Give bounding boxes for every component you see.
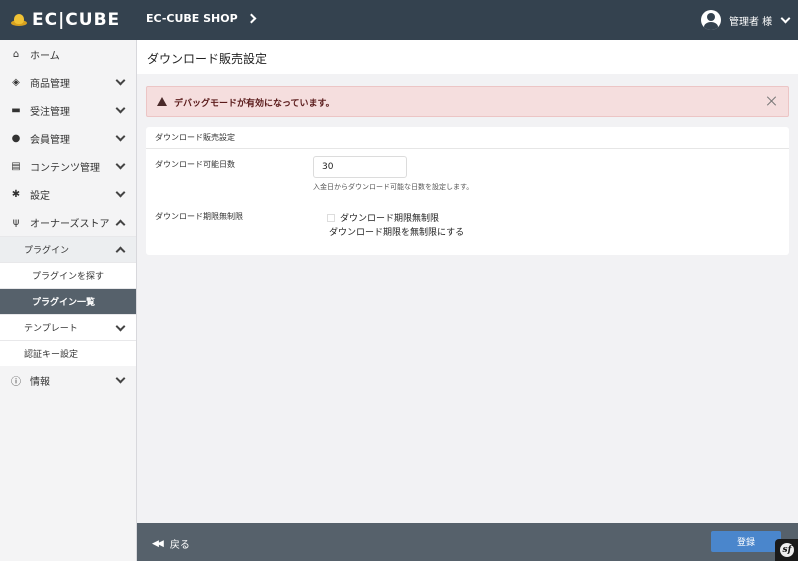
sidebar-item-label: オーナーズストア [30,218,110,230]
sidebar-item-customers[interactable]: ● 会員管理 [0,124,136,152]
home-icon: ⌂ [12,48,20,60]
sidebar-item-orders[interactable]: ▬ 受注管理 [0,96,136,124]
sidebar-item-products[interactable]: ◈ 商品管理 [0,68,136,96]
sidebar-item-contents[interactable]: ▤ コンテンツ管理 [0,152,136,180]
chevron-down-icon [115,103,126,114]
days-label: ダウンロード可能日数 [155,160,235,169]
chevron-down-icon [115,321,126,332]
info-icon: ⓘ [11,376,21,388]
logo-text: EC|CUBE [32,10,121,30]
debug-alert: デバッグモードが有効になっています。 [146,86,789,117]
chevron-up-icon [115,246,126,257]
unlimited-checkbox[interactable] [327,213,335,222]
shop-link[interactable]: EC-CUBE SHOP [146,12,257,25]
sidebar-item-label: 受注管理 [30,106,70,118]
sidebar-subitem-auth-key[interactable]: 認証キー設定 [0,340,136,366]
back-button[interactable]: ◀◀ 戻る [152,536,190,552]
unlimited-label: ダウンロード期限無制限 [155,212,243,221]
card-header: ダウンロード販売設定 [146,127,789,149]
page-header: ダウンロード販売設定 [137,40,798,74]
unlimited-help-text: ダウンロード期限を無制限にする [329,228,465,238]
cart-icon: ▬ [11,104,21,116]
sidebar-subitem-label: プラグイン [24,246,70,256]
logo[interactable]: EC|CUBE [10,9,120,31]
gear-icon: ✱ [11,188,21,200]
cube-icon: ◈ [12,76,20,88]
symfony-toolbar-badge[interactable]: sf [775,539,798,561]
sidebar-subitem-label: プラグイン一覧 [32,298,96,308]
plugin-toggle [106,237,136,263]
double-chevron-left-icon: ◀◀ [152,538,164,549]
chevron-down-icon [115,159,126,170]
sidebar-subitem-plugin-find[interactable]: プラグインを探す [0,262,136,288]
sidebar-item-label: 設定 [30,190,50,202]
chevron-down-icon [115,373,126,384]
sidebar-subitem-template[interactable]: テンプレート [0,314,136,340]
sidebar-subitem-label: テンプレート [24,324,78,334]
user-menu[interactable]: 管理者 様 [701,10,791,30]
chevron-down-icon [115,75,126,86]
warning-icon [157,97,167,106]
sidebar-item-label: 会員管理 [30,134,70,146]
submit-button[interactable]: 登録 [711,531,781,552]
top-header: EC|CUBE EC-CUBE SHOP 管理者 様 [0,0,798,40]
template-toggle [106,315,136,341]
sidebar-item-label: コンテンツ管理 [30,162,100,174]
page-title: ダウンロード販売設定 [147,52,268,66]
days-help-text: 入金日からダウンロード可能な日数を設定します。 [313,183,474,191]
logo-icon [10,11,28,29]
download-days-input[interactable]: 30 [313,156,407,178]
user-name: 管理者 様 [729,16,773,28]
users-icon: ● [11,132,21,144]
sidebar-item-label: 情報 [30,376,50,388]
plug-icon: ψ [12,216,20,228]
back-label: 戻る [169,540,190,551]
shop-name: EC-CUBE SHOP [146,12,238,25]
sidebar-subitem-label: プラグインを探す [32,272,105,282]
chevron-down-icon [780,13,791,23]
sidebar-item-settings[interactable]: ✱ 設定 [0,180,136,208]
sidebar-item-label: 商品管理 [30,78,70,90]
file-icon: ▤ [11,160,21,172]
sidebar: ⌂ ホーム ◈ 商品管理 ▬ 受注管理 ● 会員管理 ▤ コンテンツ管理 ✱ 設… [0,40,137,561]
unlimited-checkbox-label: ダウンロード期限無制限 [340,214,440,224]
symfony-icon: sf [780,543,794,557]
download-settings-card: ダウンロード販売設定 ダウンロード可能日数 30 入金日からダウンロード可能な日… [146,127,789,255]
footer-bar: ◀◀ 戻る 登録 [137,523,798,561]
sidebar-item-info[interactable]: ⓘ 情報 [0,366,136,394]
chevron-down-icon [115,187,126,198]
sidebar-subitem-label: 認証キー設定 [24,350,79,360]
chevron-right-icon [246,13,257,24]
chevron-up-icon [115,219,126,230]
sidebar-item-label: ホーム [30,50,60,62]
user-avatar-icon [701,10,721,30]
unlimited-checkbox-row[interactable]: ダウンロード期限無制限 [327,211,439,224]
chevron-down-icon [115,131,126,142]
alert-text: デバッグモードが有効になっています。 [174,99,335,109]
sidebar-subitem-plugin[interactable]: プラグイン [0,236,136,262]
sidebar-item-owners-store[interactable]: ψ オーナーズストア [0,208,136,236]
close-icon[interactable] [766,95,778,107]
sidebar-item-home[interactable]: ⌂ ホーム [0,40,136,68]
sidebar-subitem-plugin-list[interactable]: プラグイン一覧 [0,288,136,314]
